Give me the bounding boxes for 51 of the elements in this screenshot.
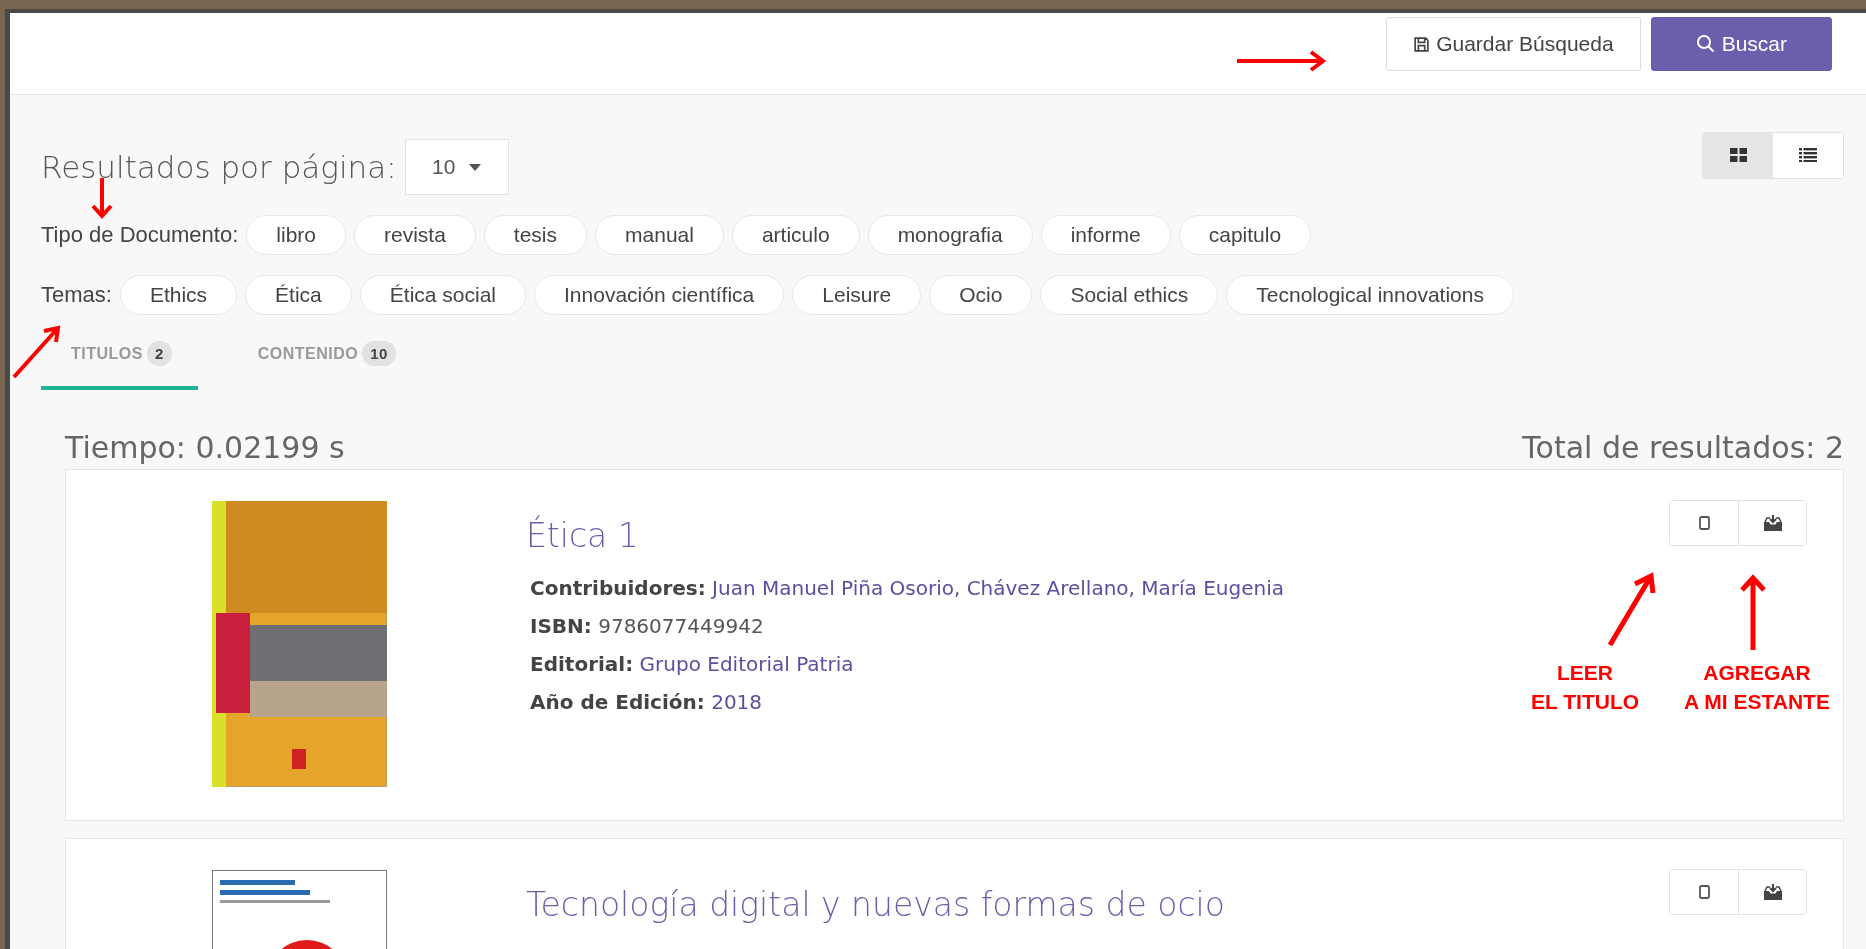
grid-view-button[interactable] — [1703, 132, 1773, 178]
list-icon — [1799, 148, 1817, 162]
annotation-arrow — [89, 176, 115, 220]
save-search-button[interactable]: Guardar Búsqueda — [1386, 17, 1641, 71]
search-icon — [1695, 34, 1716, 54]
result-detail: Año de Edición: 2018 — [529, 689, 764, 716]
filter-chip[interactable]: manual — [595, 215, 724, 255]
annotation-label: LEER EL TITULO — [1530, 660, 1640, 715]
filter-chip[interactable]: Social ethics — [1040, 275, 1219, 315]
filter-chip[interactable]: Tecnological innovations — [1226, 275, 1514, 315]
filter-chip[interactable]: tesis — [483, 215, 588, 255]
list-view-button[interactable] — [1773, 132, 1843, 178]
result-title[interactable]: Ética 1 — [526, 516, 1284, 555]
filter-chip[interactable]: Innovación científica — [534, 275, 785, 315]
filter-chip[interactable]: revista — [354, 215, 476, 255]
filter-chip[interactable]: articulo — [731, 215, 860, 255]
caret-icon — [469, 163, 482, 171]
results-per-page-select[interactable]: 10 — [404, 139, 509, 195]
grid-icon — [1729, 148, 1747, 162]
filter-chip[interactable]: informe — [1040, 215, 1171, 255]
filter-chip[interactable]: libro — [246, 215, 346, 255]
filter-chip[interactable]: Leisure — [792, 275, 922, 315]
annotation-label: AGREGAR A MI ESTANTE — [1683, 660, 1831, 715]
annotation-arrow — [11, 324, 63, 380]
filter-chip[interactable]: Ética social — [359, 275, 526, 315]
result-detail: Contribuidores: Juan Manuel Piña Osorio, Chávez Arellano, María Eugenia — [529, 575, 1284, 602]
filter-label: Temas: — [41, 282, 112, 308]
filter-chip[interactable]: Ethics — [119, 275, 238, 315]
results-tab[interactable]: TITULOS 2 — [41, 329, 198, 390]
results-tab[interactable]: CONTENIDO 10 — [227, 329, 422, 390]
count-badge: 2 — [146, 341, 172, 366]
filter-chip[interactable]: capitulo — [1178, 215, 1312, 255]
add-to-shelf-button[interactable] — [1738, 870, 1806, 914]
add-to-shelf-button[interactable] — [1738, 501, 1806, 545]
total-results: Total de resultados: 2 — [1522, 430, 1844, 465]
filter-chip[interactable]: Ética — [245, 275, 352, 315]
filter-chip[interactable]: monografia — [867, 215, 1033, 255]
save-icon — [1413, 35, 1431, 53]
filter-chip[interactable]: Ocio — [929, 275, 1033, 315]
filter-label: Tipo de Documento: — [41, 222, 239, 248]
inbox-download-icon — [1763, 884, 1782, 900]
result-detail: ISBN: 9786077449942 — [529, 613, 765, 640]
tablet-icon — [1698, 885, 1710, 899]
tablet-icon — [1698, 516, 1710, 530]
search-time: Tiempo: 0.02199 s — [65, 430, 345, 465]
result-title[interactable]: Tecnología digital y nuevas formas de ocio — [526, 885, 1225, 924]
result-detail: Editorial: Grupo Editorial Patria — [529, 651, 855, 678]
inbox-download-icon — [1763, 515, 1782, 531]
search-button[interactable]: Buscar — [1650, 17, 1832, 71]
count-badge: 10 — [362, 341, 396, 366]
results-per-page-label: Resultados por página: — [41, 149, 397, 185]
